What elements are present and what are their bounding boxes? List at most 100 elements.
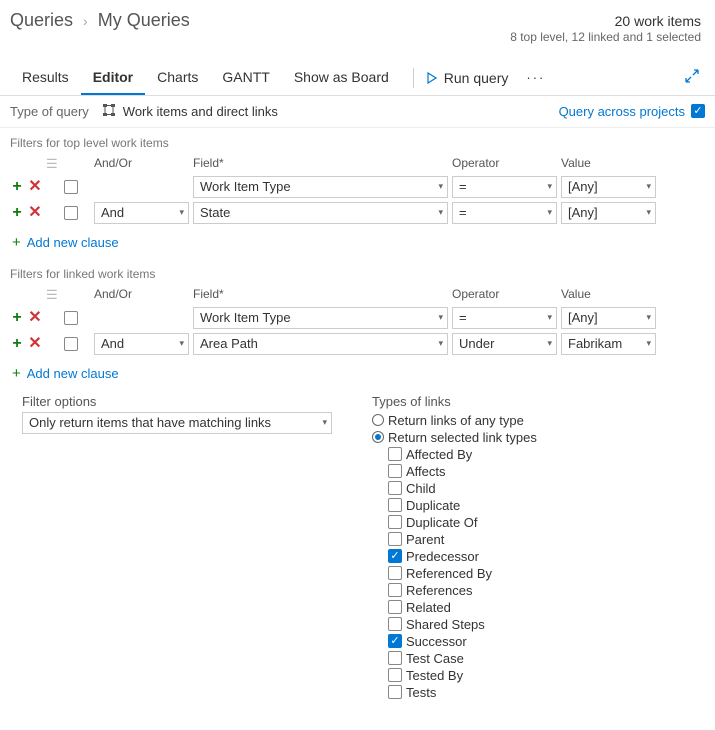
query-type-icon — [103, 104, 117, 119]
field-select[interactable]: Area Path▾ — [193, 333, 448, 355]
remove-row-button[interactable]: ✕ — [28, 336, 42, 352]
header-value: Value — [561, 156, 656, 172]
checkbox[interactable] — [388, 566, 402, 580]
checkbox[interactable] — [388, 549, 402, 563]
tab-gantt[interactable]: GANTT — [210, 61, 281, 95]
remove-row-button[interactable]: ✕ — [28, 310, 42, 326]
link-type-label: Referenced By — [406, 566, 492, 581]
checkbox[interactable] — [388, 651, 402, 665]
link-type-item[interactable]: Duplicate Of — [372, 514, 705, 531]
breadcrumb: Queries › My Queries — [10, 10, 190, 31]
plus-icon: + — [12, 365, 21, 382]
checkbox[interactable] — [388, 600, 402, 614]
checkbox[interactable] — [388, 583, 402, 597]
breadcrumb-root[interactable]: Queries — [10, 10, 73, 31]
link-type-item[interactable]: Affects — [372, 463, 705, 480]
header-value: Value — [561, 287, 656, 303]
operator-select[interactable]: =▾ — [452, 176, 557, 198]
value-select[interactable]: [Any]▾ — [561, 176, 656, 198]
field-select[interactable]: Work Item Type▾ — [193, 307, 448, 329]
status-count: 20 work items — [510, 12, 701, 30]
operator-select[interactable]: Under▾ — [452, 333, 557, 355]
link-type-item[interactable]: Related — [372, 599, 705, 616]
link-type-item[interactable]: Child — [372, 480, 705, 497]
chevron-down-icon: ▾ — [547, 207, 552, 218]
link-type-label: Predecessor — [406, 549, 479, 564]
breadcrumb-current[interactable]: My Queries — [98, 10, 190, 31]
value-select[interactable]: Fabrikam▾ — [561, 333, 656, 355]
link-type-item[interactable]: Predecessor — [372, 548, 705, 565]
row-checkbox[interactable] — [64, 337, 78, 351]
tab-results[interactable]: Results — [10, 61, 81, 95]
link-type-label: Affected By — [406, 447, 472, 462]
row-checkbox[interactable] — [64, 311, 78, 325]
link-type-label: Affects — [406, 464, 446, 479]
link-type-item[interactable]: Shared Steps — [372, 616, 705, 633]
chevron-down-icon: ▾ — [646, 207, 651, 218]
row-checkbox[interactable] — [64, 180, 78, 194]
link-type-item[interactable]: Tests — [372, 684, 705, 701]
checkbox[interactable] — [388, 685, 402, 699]
checkbox[interactable] — [388, 668, 402, 682]
types-of-links-label: Types of links — [372, 394, 705, 409]
checkbox[interactable] — [388, 498, 402, 512]
link-type-label: Test Case — [406, 651, 464, 666]
field-select[interactable]: Work Item Type▾ — [193, 176, 448, 198]
checkbox[interactable] — [388, 447, 402, 461]
value-select[interactable]: [Any]▾ — [561, 307, 656, 329]
andor-select[interactable]: And▾ — [94, 202, 189, 224]
chevron-down-icon: ▾ — [322, 417, 327, 428]
add-clause-top[interactable]: + Add new clause — [0, 226, 715, 259]
add-row-button[interactable]: + — [10, 205, 24, 221]
remove-row-button[interactable]: ✕ — [28, 179, 42, 195]
operator-select[interactable]: =▾ — [452, 202, 557, 224]
operator-select[interactable]: =▾ — [452, 307, 557, 329]
type-of-query-label: Type of query — [10, 104, 89, 119]
run-query-button[interactable]: Run query — [426, 70, 509, 86]
tab-show-as-board[interactable]: Show as Board — [282, 61, 401, 95]
chevron-down-icon: ▾ — [646, 312, 651, 323]
checkbox[interactable] — [388, 634, 402, 648]
link-type-item[interactable]: Successor — [372, 633, 705, 650]
andor-select[interactable]: And▾ — [94, 333, 189, 355]
tab-bar: ResultsEditorChartsGANTTShow as Board Ru… — [0, 46, 715, 96]
checkbox[interactable] — [388, 617, 402, 631]
tab-charts[interactable]: Charts — [145, 61, 210, 95]
status-summary: 20 work items 8 top level, 12 linked and… — [510, 10, 705, 46]
add-row-button[interactable]: + — [10, 310, 24, 326]
add-clause-linked[interactable]: + Add new clause — [0, 357, 715, 390]
value-select[interactable]: [Any]▾ — [561, 202, 656, 224]
filter-options-select[interactable]: Only return items that have matching lin… — [22, 412, 332, 434]
link-type-label: Child — [406, 481, 436, 496]
link-type-item[interactable]: Referenced By — [372, 565, 705, 582]
field-select[interactable]: State▾ — [193, 202, 448, 224]
more-actions-button[interactable]: ··· — [526, 70, 545, 85]
top-filters-title: Filters for top level work items — [0, 128, 715, 154]
checkbox[interactable] — [388, 515, 402, 529]
link-type-item[interactable]: Test Case — [372, 650, 705, 667]
link-type-item[interactable]: Duplicate — [372, 497, 705, 514]
filter-row: +✕ Work Item Type▾=▾[Any]▾ — [0, 174, 715, 200]
tab-editor[interactable]: Editor — [81, 61, 145, 95]
run-query-label: Run query — [444, 70, 509, 86]
checkbox[interactable] — [388, 532, 402, 546]
checkbox[interactable] — [388, 464, 402, 478]
add-row-button[interactable]: + — [10, 336, 24, 352]
sort-icon: ☰ — [46, 287, 60, 303]
checkbox[interactable] — [388, 481, 402, 495]
chevron-down-icon: ▾ — [179, 207, 184, 218]
link-type-label: Duplicate Of — [406, 515, 478, 530]
link-radio[interactable]: Return links of any type — [372, 412, 705, 429]
link-type-item[interactable]: Tested By — [372, 667, 705, 684]
chevron-down-icon: ▾ — [438, 312, 443, 323]
row-checkbox[interactable] — [64, 206, 78, 220]
add-row-button[interactable]: + — [10, 179, 24, 195]
query-across-projects-checkbox[interactable] — [691, 104, 705, 118]
type-of-query-value[interactable]: Work items and direct links — [123, 104, 278, 119]
link-type-item[interactable]: Parent — [372, 531, 705, 548]
remove-row-button[interactable]: ✕ — [28, 205, 42, 221]
link-radio[interactable]: Return selected link types — [372, 429, 705, 446]
link-type-item[interactable]: Affected By — [372, 446, 705, 463]
link-type-item[interactable]: References — [372, 582, 705, 599]
expand-button[interactable] — [685, 69, 705, 86]
